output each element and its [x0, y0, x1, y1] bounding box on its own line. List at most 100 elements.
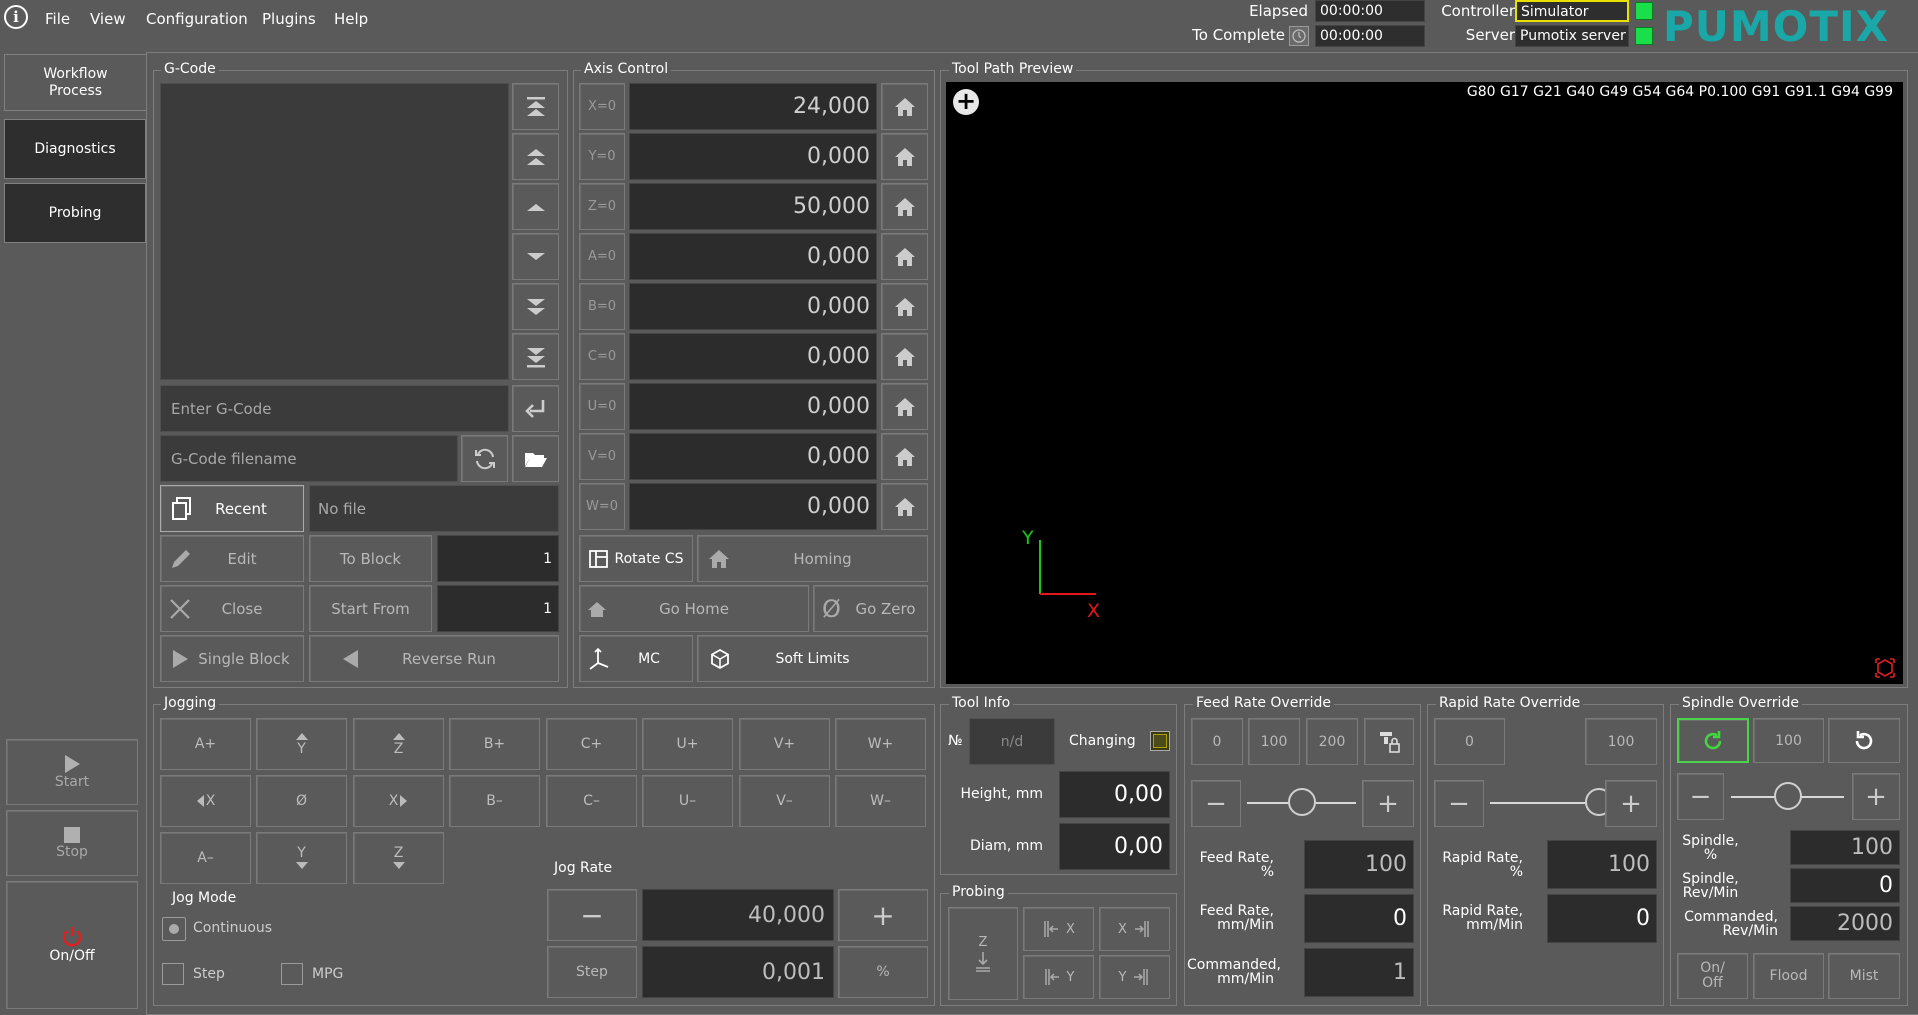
jog-rate-minus-button[interactable]: − — [547, 889, 637, 941]
jog-w-minus[interactable]: W– — [835, 775, 926, 827]
axis-value[interactable]: 50,000 — [629, 183, 877, 230]
rapid-minus-button[interactable]: − — [1434, 780, 1484, 827]
enter-gcode-input[interactable]: Enter G-Code — [160, 385, 509, 432]
start-from-button[interactable]: Start From — [309, 585, 432, 632]
to-block-button[interactable]: To Block — [309, 535, 432, 582]
zoom-in-icon[interactable]: + — [953, 89, 979, 115]
view-cube-icon[interactable] — [1873, 656, 1897, 680]
spindle-ccw-button[interactable] — [1828, 718, 1900, 763]
jog-z-minus[interactable]: Z — [353, 832, 444, 884]
probe-y-plus-button[interactable]: Y — [1099, 955, 1170, 999]
zero-axis-button[interactable]: Z=0 — [579, 183, 625, 230]
rapid-plus-button[interactable]: + — [1605, 780, 1657, 827]
jog-v-plus[interactable]: V+ — [739, 718, 830, 770]
edit-button[interactable]: Edit — [160, 535, 304, 582]
jog-w-plus[interactable]: W+ — [835, 718, 926, 770]
tool-number-value[interactable]: n/d — [969, 718, 1055, 765]
recent-button[interactable]: Recent — [160, 485, 304, 532]
server-value[interactable]: Pumotix server — [1515, 25, 1629, 47]
info-icon[interactable]: i — [4, 5, 28, 29]
diam-value[interactable]: 0,00 — [1059, 823, 1170, 870]
reverse-run-button[interactable]: Reverse Run — [309, 635, 559, 682]
home-axis-button[interactable] — [881, 183, 928, 230]
axis-value[interactable]: 0,000 — [629, 483, 877, 530]
jog-step-button[interactable]: Step — [547, 946, 637, 998]
spindle-minus-button[interactable]: − — [1677, 773, 1724, 820]
page-down-button[interactable] — [512, 283, 559, 330]
scroll-bottom-button[interactable] — [512, 333, 559, 380]
jog-c-minus[interactable]: C– — [546, 775, 637, 827]
line-down-button[interactable] — [512, 233, 559, 280]
axis-value[interactable]: 0,000 — [629, 233, 877, 280]
mpg-checkbox[interactable] — [281, 963, 303, 985]
probe-y-minus-button[interactable]: Y — [1023, 955, 1094, 999]
feed-plus-button[interactable]: + — [1362, 780, 1414, 827]
open-file-button[interactable] — [512, 435, 559, 482]
spindle-pct-value[interactable]: 100 — [1790, 830, 1900, 865]
jog-u-plus[interactable]: U+ — [642, 718, 733, 770]
home-axis-button[interactable] — [881, 283, 928, 330]
jog-y-plus[interactable]: Y — [256, 718, 347, 770]
feed-0-button[interactable]: 0 — [1191, 718, 1243, 765]
feed-slider-knob[interactable] — [1287, 788, 1316, 816]
axis-value[interactable]: 0,000 — [629, 433, 877, 480]
jog-b-minus[interactable]: B– — [449, 775, 540, 827]
menu-configuration[interactable]: Configuration — [146, 10, 248, 28]
go-home-button[interactable]: Go Home — [579, 585, 809, 632]
jog-step-value[interactable]: 0,001 — [642, 946, 834, 998]
flood-button[interactable]: Flood — [1753, 953, 1824, 999]
spindle-plus-button[interactable]: + — [1852, 773, 1900, 820]
zero-axis-button[interactable]: C=0 — [579, 333, 625, 380]
zero-axis-button[interactable]: V=0 — [579, 433, 625, 480]
step-checkbox[interactable] — [162, 963, 184, 985]
spindle-onoff-button[interactable]: On/ Off — [1677, 953, 1748, 999]
home-axis-button[interactable] — [881, 383, 928, 430]
onoff-button[interactable]: On/Off — [6, 881, 138, 1009]
gcode-filename-input[interactable]: G-Code filename — [160, 435, 458, 482]
spindle-cw-button[interactable] — [1677, 718, 1749, 763]
soft-limits-button[interactable]: Soft Limits — [697, 635, 928, 682]
submit-gcode-button[interactable] — [512, 385, 559, 432]
stop-button[interactable]: Stop — [6, 810, 138, 876]
home-axis-button[interactable] — [881, 83, 928, 130]
rapid-slider-track[interactable] — [1490, 802, 1599, 804]
axis-value[interactable]: 0,000 — [629, 333, 877, 380]
jog-y-minus[interactable]: Y — [256, 832, 347, 884]
mist-button[interactable]: Mist — [1828, 953, 1900, 999]
controller-value[interactable]: Simulator — [1515, 0, 1629, 22]
page-up-button[interactable] — [512, 133, 559, 180]
jog-rate-value[interactable]: 40,000 — [642, 889, 834, 941]
home-axis-button[interactable] — [881, 483, 928, 530]
rapid-0-button[interactable]: 0 — [1434, 718, 1505, 765]
single-block-button[interactable]: Single Block — [160, 635, 304, 682]
line-up-button[interactable] — [512, 183, 559, 230]
zero-axis-button[interactable]: A=0 — [579, 233, 625, 280]
axis-value[interactable]: 0,000 — [629, 283, 877, 330]
jog-v-minus[interactable]: V– — [739, 775, 830, 827]
zero-axis-button[interactable]: U=0 — [579, 383, 625, 430]
go-zero-button[interactable]: Ø Go Zero — [813, 585, 928, 632]
zero-axis-button[interactable]: X=0 — [579, 83, 625, 130]
reload-button[interactable] — [461, 435, 508, 482]
home-axis-button[interactable] — [881, 333, 928, 380]
axis-value[interactable]: 0,000 — [629, 383, 877, 430]
to-block-value[interactable]: 1 — [437, 535, 559, 582]
menu-view[interactable]: View — [90, 10, 126, 28]
feed-100-button[interactable]: 100 — [1248, 718, 1300, 765]
height-value[interactable]: 0,00 — [1059, 771, 1170, 818]
zero-axis-button[interactable]: W=0 — [579, 483, 625, 530]
home-axis-button[interactable] — [881, 233, 928, 280]
probe-x-plus-button[interactable]: X — [1099, 907, 1170, 951]
probe-x-minus-button[interactable]: X — [1023, 907, 1094, 951]
axis-value[interactable]: 0,000 — [629, 133, 877, 180]
feed-rate-pct-value[interactable]: 100 — [1304, 840, 1414, 889]
mc-button[interactable]: MC — [579, 635, 693, 682]
jog-u-minus[interactable]: U– — [642, 775, 733, 827]
jog-b-plus[interactable]: B+ — [449, 718, 540, 770]
tab-diagnostics[interactable]: Diagnostics — [4, 119, 146, 179]
menu-plugins[interactable]: Plugins — [262, 10, 316, 28]
axis-value[interactable]: 24,000 — [629, 83, 877, 130]
spindle-slider-knob[interactable] — [1773, 782, 1802, 810]
jog-x-plus[interactable]: X — [353, 775, 444, 827]
jog-a-plus[interactable]: A+ — [160, 718, 251, 770]
